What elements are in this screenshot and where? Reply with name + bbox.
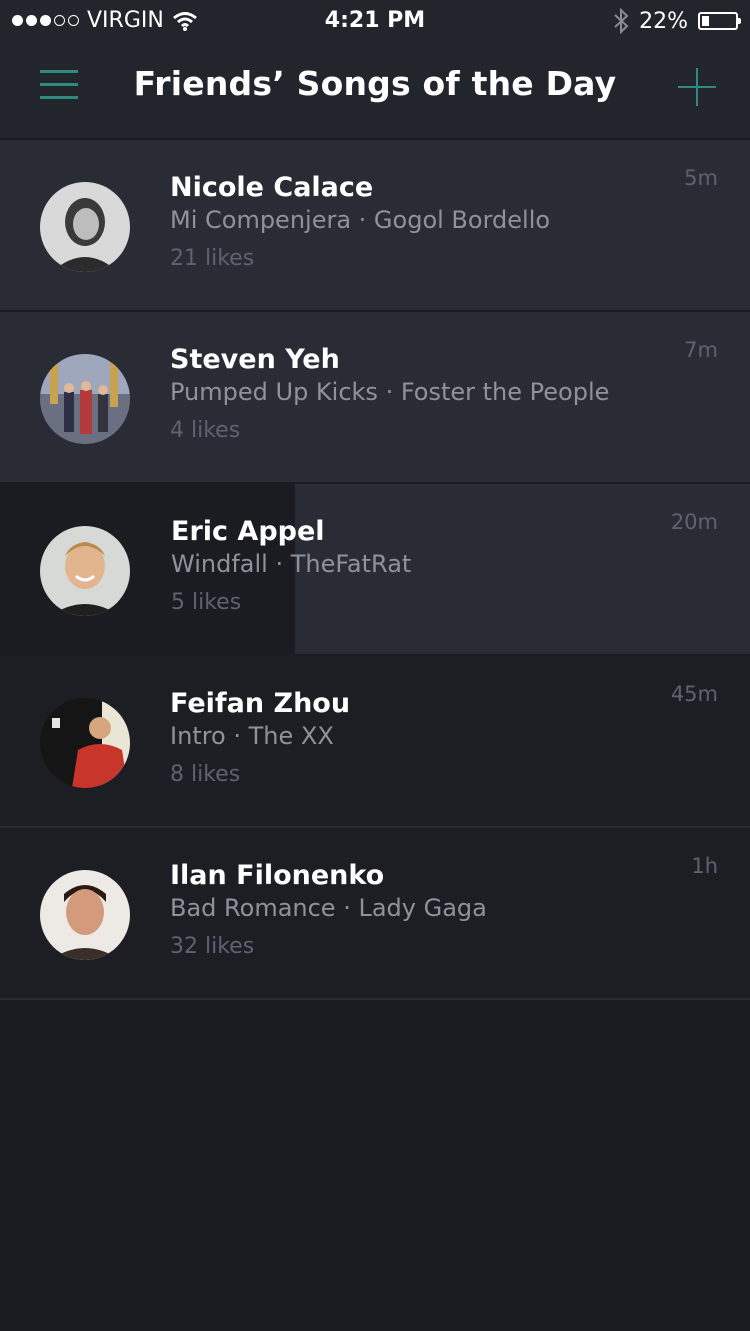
time-ago: 45m xyxy=(670,682,718,706)
feed-row-nicole-calace[interactable]: Nicole Calace Mi Compenjera · Gogol Bord… xyxy=(0,140,750,312)
like-count: 8 likes xyxy=(170,762,241,787)
avatar xyxy=(40,182,130,272)
song-info: Mi Compenjera · Gogol Bordello xyxy=(170,206,551,234)
feed-row-eric-appel[interactable]: Eric Appel Windfall · TheFatRat 5 likes … xyxy=(0,484,750,656)
time-ago: 7m xyxy=(684,338,718,362)
man-portrait-icon xyxy=(40,870,130,960)
woman-portrait-icon xyxy=(40,182,130,272)
song-info: Windfall · TheFatRat xyxy=(171,550,412,578)
feed-row-steven-yeh[interactable]: Steven Yeh Pumped Up Kicks · Foster the … xyxy=(0,312,750,484)
time-ago: 20m xyxy=(670,510,718,534)
avatar xyxy=(40,354,130,444)
friend-name: Feifan Zhou xyxy=(170,688,351,719)
nav-bar: Friends’ Songs of the Day xyxy=(0,44,750,138)
like-count: 5 likes xyxy=(171,590,242,615)
like-count: 4 likes xyxy=(170,418,241,443)
song-info: Pumped Up Kicks · Foster the People xyxy=(170,378,610,406)
song-info: Intro · The XX xyxy=(170,722,334,750)
time-ago: 1h xyxy=(691,854,718,878)
man-red-jacket-icon xyxy=(40,698,130,788)
feed-row-ilan-filonenko[interactable]: Ilan Filonenko Bad Romance · Lady Gaga 3… xyxy=(0,828,750,1000)
smiling-man-icon xyxy=(40,526,130,616)
like-count: 21 likes xyxy=(170,246,255,271)
friend-name: Nicole Calace xyxy=(170,172,374,203)
friend-name: Steven Yeh xyxy=(170,344,340,375)
page-title: Friends’ Songs of the Day xyxy=(133,64,617,103)
time-ago: 5m xyxy=(684,166,718,190)
battery-icon xyxy=(698,12,741,30)
feed-row-feifan-zhou[interactable]: Feifan Zhou Intro · The XX 8 likes 45m xyxy=(0,656,750,828)
avatar xyxy=(40,526,130,616)
battery-percent: 22% xyxy=(639,8,688,34)
status-right: 22% xyxy=(613,8,741,34)
friend-name: Ilan Filonenko xyxy=(170,860,385,891)
bluetooth-icon xyxy=(614,8,629,34)
friend-name: Eric Appel xyxy=(171,516,325,547)
status-bar: VIRGIN 4:21 PM 22% xyxy=(0,0,750,44)
avatar xyxy=(40,698,130,788)
avatar xyxy=(40,870,130,960)
battery-level-fill xyxy=(702,16,710,26)
like-count: 32 likes xyxy=(170,934,255,959)
group-photo-icon xyxy=(40,354,130,444)
song-feed: Nicole Calace Mi Compenjera · Gogol Bord… xyxy=(0,140,750,1000)
song-info: Bad Romance · Lady Gaga xyxy=(170,894,487,922)
add-icon[interactable] xyxy=(678,68,716,106)
